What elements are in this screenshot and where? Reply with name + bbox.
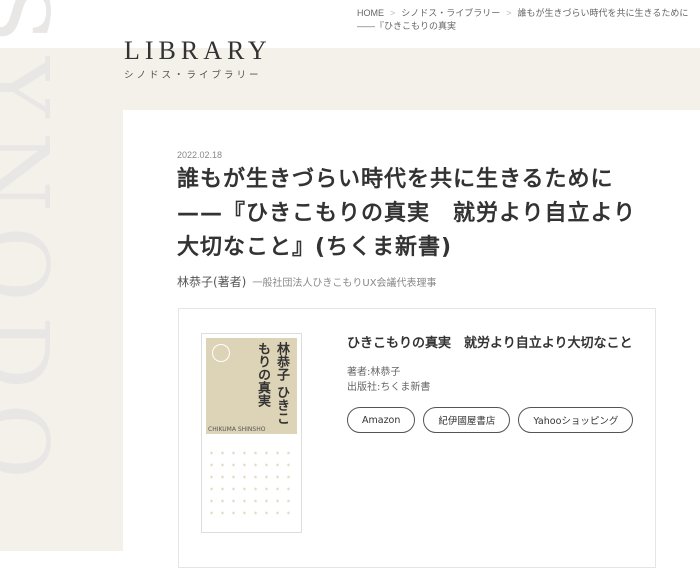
cover-title: 林恭子 ひきこもりの真実 bbox=[255, 342, 289, 425]
author-name: 林恭子(著者) bbox=[177, 275, 247, 289]
yahoo-shopping-button[interactable]: Yahooショッピング bbox=[518, 407, 634, 433]
article-author: 林恭子(著者) 一般社団法人ひきこもりUX会議代表理事 bbox=[177, 273, 437, 290]
watermark-logo: SYNODO bbox=[0, 0, 68, 493]
article-title: 誰もが生きづらい時代を共に生きるために——『ひきこもりの真実 就労より自立より大… bbox=[177, 167, 637, 260]
seal-icon bbox=[212, 344, 230, 362]
chevron-right-icon: > bbox=[506, 8, 512, 18]
breadcrumb: HOME > シノドス・ライブラリー > 誰もが生きづらい時代を共に生きるために ——『… bbox=[357, 7, 692, 33]
book-card: 林恭子 ひきこもりの真実 CHIKUMA SHINSHO ひきこもりの真実 就労… bbox=[178, 308, 656, 568]
breadcrumb-home[interactable]: HOME bbox=[357, 8, 384, 18]
chevron-right-icon: > bbox=[390, 8, 396, 18]
book-title: ひきこもりの真実 就労より自立より大切なこと bbox=[347, 336, 633, 351]
breadcrumb-section[interactable]: シノドス・ライブラリー bbox=[401, 8, 500, 18]
book-cover-image[interactable]: 林恭子 ひきこもりの真実 CHIKUMA SHINSHO bbox=[201, 333, 302, 533]
kinokuniya-button[interactable]: 紀伊國屋書店 bbox=[423, 407, 511, 433]
library-logo[interactable]: LIBRARY bbox=[124, 36, 272, 66]
book-author: 著者:林恭子 bbox=[347, 367, 401, 378]
book-publisher: 出版社:ちくま新書 bbox=[347, 382, 431, 393]
library-subtitle: シノドス・ライブラリー bbox=[124, 70, 262, 81]
author-role: 一般社団法人ひきこもりUX会議代表理事 bbox=[252, 278, 437, 289]
article-date: 2022.02.18 bbox=[177, 150, 223, 160]
amazon-button[interactable]: Amazon bbox=[347, 407, 416, 433]
article-panel: 2022.02.18 誰もが生きづらい時代を共に生きるために——『ひきこもりの真… bbox=[123, 110, 700, 568]
cover-series: CHIKUMA SHINSHO bbox=[208, 426, 266, 433]
